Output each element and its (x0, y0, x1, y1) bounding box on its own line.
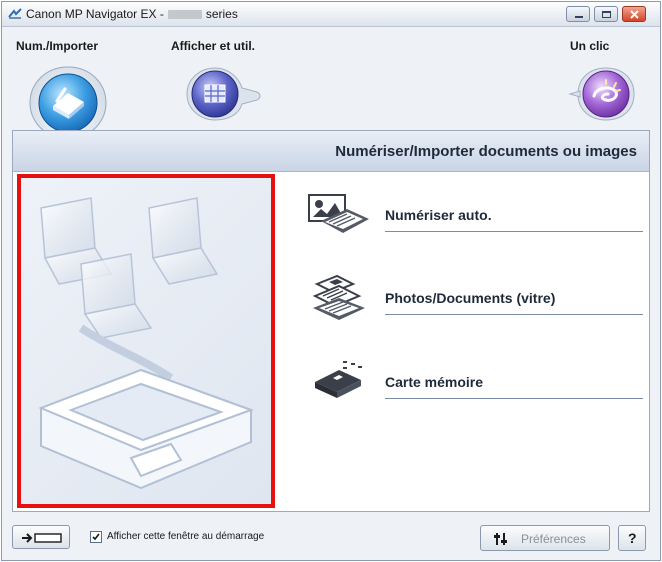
memory-card-label: Carte mémoire (385, 374, 484, 390)
main-panel: Numériser/Importer documents ou images N… (12, 130, 650, 512)
window-title-suffix: series (205, 7, 238, 21)
show-window-label: Afficher cette fenêtre au démarrage (107, 531, 265, 542)
tab-un-clic-label: Un clic (570, 39, 610, 53)
title-bar[interactable]: Canon MP Navigator EX - series (2, 2, 660, 27)
preferences-button[interactable]: Préférences (480, 525, 610, 551)
panel-header: Numériser/Importer documents ou images (13, 131, 649, 172)
photos-documents-platen-icon (312, 274, 365, 320)
preferences-icon (494, 533, 507, 545)
tab-afficher[interactable] (185, 64, 261, 124)
app-window: Canon MP Navigator EX - series Num./Impor… (1, 1, 661, 561)
show-window-checkbox[interactable] (90, 531, 102, 543)
minimize-icon (575, 16, 583, 18)
help-icon: ? (628, 530, 637, 546)
maximize-icon (602, 11, 611, 18)
toggle-view-button[interactable] (12, 525, 70, 549)
checkmark-icon (92, 533, 100, 541)
arrow-right-icon (22, 533, 62, 543)
auto-scan-icon (308, 194, 369, 233)
footer-bar: Afficher cette fenêtre au démarrage Préf… (2, 517, 660, 559)
view-use-icon (204, 84, 226, 103)
close-button[interactable] (622, 6, 646, 22)
scanner-illustration-icon (38, 197, 254, 490)
photos-documents-label: Photos/Documents (vitre) (385, 290, 556, 306)
preferences-label: Préférences (521, 532, 586, 546)
photos-documents-item[interactable]: Photos/Documents (vitre) (303, 274, 653, 324)
tab-num-importer-label: Num./Importer (16, 39, 99, 53)
tab-afficher-label: Afficher et util. (171, 39, 256, 53)
tab-un-clic[interactable] (568, 64, 644, 124)
panel-title: Numériser/Importer documents ou images (335, 143, 637, 160)
memory-card-item[interactable]: Carte mémoire (303, 358, 653, 408)
close-icon (630, 10, 639, 19)
auto-scan-label: Numériser auto. (385, 207, 492, 223)
help-button[interactable]: ? (618, 525, 646, 551)
divider (385, 231, 643, 232)
maximize-button[interactable] (594, 6, 618, 22)
window-title: Canon MP Navigator EX - series (26, 7, 238, 21)
memory-card-icon (315, 361, 362, 398)
preview-illustration (17, 174, 275, 508)
window-title-prefix: Canon MP Navigator EX - (26, 7, 164, 21)
minimize-button[interactable] (566, 6, 590, 22)
app-icon (8, 8, 22, 19)
divider (385, 398, 643, 399)
redacted-model (167, 10, 202, 20)
divider (385, 314, 643, 315)
mode-navigation: Num./Importer Afficher et util. Un clic (2, 27, 660, 166)
auto-scan-item[interactable]: Numériser auto. (303, 191, 653, 241)
